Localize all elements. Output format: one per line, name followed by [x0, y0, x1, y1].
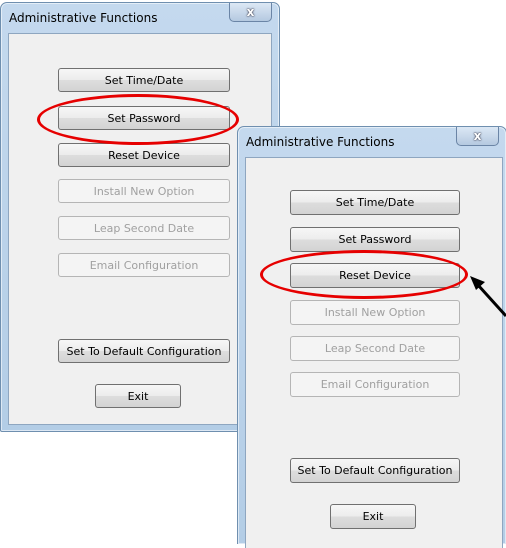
set-to-default-configuration-button[interactable]: Set To Default Configuration: [290, 458, 460, 483]
set-to-default-configuration-button[interactable]: Set To Default Configuration: [58, 339, 230, 363]
window-title: Administrative Functions: [9, 11, 158, 25]
set-password-button[interactable]: Set Password: [290, 227, 460, 252]
install-new-option-button: Install New Option: [290, 300, 460, 325]
close-button[interactable]: x: [456, 127, 499, 146]
install-new-option-button: Install New Option: [58, 179, 230, 203]
reset-device-button[interactable]: Reset Device: [290, 263, 460, 288]
leap-second-date-button: Leap Second Date: [58, 216, 230, 240]
admin-window-2: Administrative Functions x Set Time/Date…: [237, 126, 506, 548]
exit-button[interactable]: Exit: [95, 384, 181, 408]
set-password-button[interactable]: Set Password: [58, 106, 230, 130]
window-title: Administrative Functions: [246, 135, 395, 149]
email-configuration-button: Email Configuration: [58, 253, 230, 277]
close-button[interactable]: x: [229, 3, 272, 22]
leap-second-date-button: Leap Second Date: [290, 336, 460, 361]
email-configuration-button: Email Configuration: [290, 372, 460, 397]
window-client-area: Set Time/Date Set Password Reset Device …: [8, 33, 272, 425]
set-time-date-button[interactable]: Set Time/Date: [58, 68, 230, 92]
set-time-date-button[interactable]: Set Time/Date: [290, 190, 460, 215]
exit-button[interactable]: Exit: [330, 504, 416, 529]
reset-device-button[interactable]: Reset Device: [58, 143, 230, 167]
window-client-area: Set Time/Date Set Password Reset Device …: [245, 157, 503, 548]
